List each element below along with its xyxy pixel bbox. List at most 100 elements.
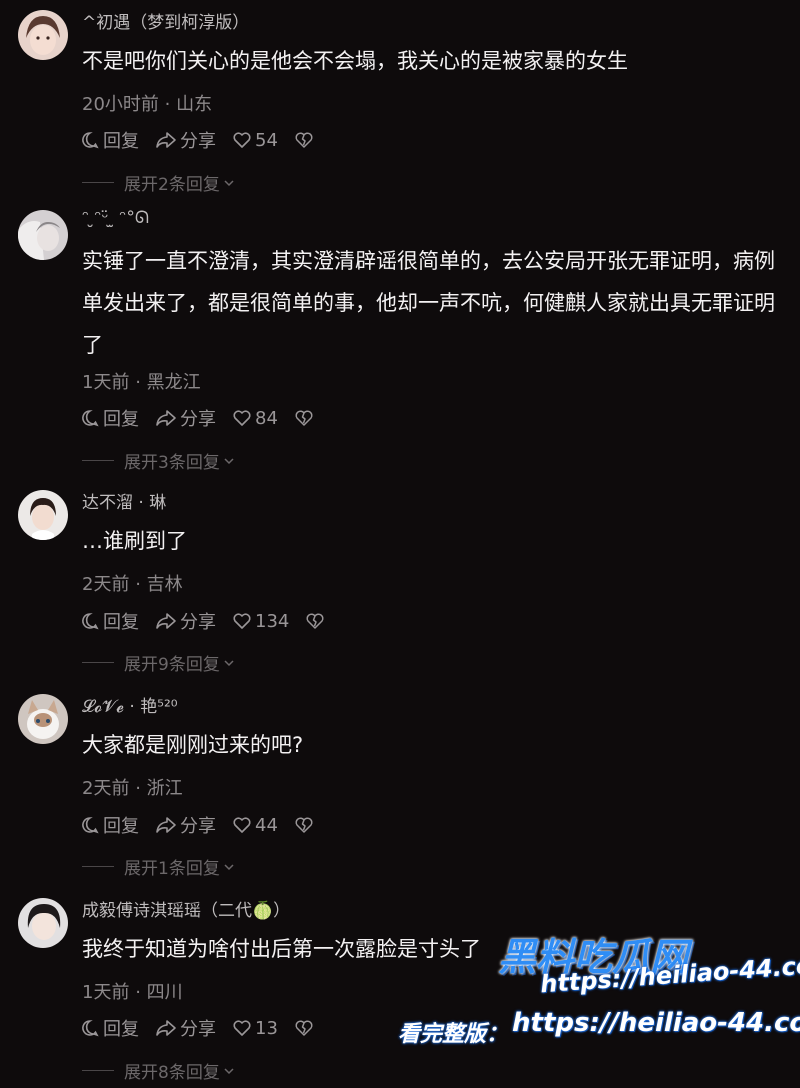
meta-separator: ·	[135, 372, 147, 393]
broken-heart-icon	[295, 1020, 313, 1036]
share-label: 分享	[180, 409, 216, 430]
broken-heart-icon	[295, 817, 313, 833]
comment-location: 黑龙江	[146, 372, 201, 393]
dislike-button[interactable]	[305, 611, 328, 631]
reply-icon	[82, 1020, 99, 1037]
divider	[82, 662, 114, 663]
chevron-down-icon	[224, 457, 234, 464]
reply-button[interactable]: 回复	[80, 608, 139, 634]
chevron-down-icon	[224, 659, 234, 666]
comment-actions: 回复 分享 134	[80, 608, 344, 634]
divider	[82, 866, 114, 867]
comment-location: 山东	[176, 94, 213, 115]
chevron-down-icon	[224, 1067, 234, 1074]
share-label: 分享	[180, 1019, 216, 1040]
comment-time: 1天前	[82, 982, 130, 1003]
dislike-button[interactable]	[294, 408, 317, 428]
like-button[interactable]: 13	[232, 1018, 278, 1039]
chevron-down-icon	[224, 863, 234, 870]
comment-text: 不是吧你们关心的是他会不会塌，我关心的是被家暴的女生	[82, 49, 628, 73]
reply-button[interactable]: 回复	[80, 405, 139, 431]
username[interactable]: ᵔ ̮ᵔᵕ̈ ̫ ᵔ°ᘏ	[82, 208, 149, 228]
divider	[82, 460, 114, 461]
comment-text: 大家都是刚刚过来的吧?	[82, 733, 304, 757]
dislike-button[interactable]	[294, 130, 317, 150]
share-button[interactable]: 分享	[155, 127, 216, 153]
share-icon	[156, 1020, 176, 1036]
expand-label: 展开2条回复	[124, 175, 220, 195]
expand-replies[interactable]: 展开9条回复	[82, 650, 235, 675]
comment-location: 浙江	[146, 778, 183, 799]
reply-button[interactable]: 回复	[80, 1015, 139, 1041]
broken-heart-icon	[295, 410, 313, 426]
share-button[interactable]: 分享	[155, 608, 216, 634]
dislike-button[interactable]	[294, 815, 317, 835]
comment-meta: 1天前 · 黑龙江	[82, 368, 201, 394]
share-button[interactable]: 分享	[155, 405, 216, 431]
share-label: 分享	[180, 131, 216, 152]
share-label: 分享	[180, 816, 216, 837]
share-icon	[156, 613, 176, 629]
reply-icon	[82, 132, 99, 149]
like-count: 134	[255, 610, 290, 632]
avatar[interactable]	[18, 10, 68, 60]
comment-time: 20小时前	[82, 94, 159, 115]
avatar[interactable]	[18, 694, 68, 744]
expand-replies[interactable]: 展开1条回复	[82, 854, 235, 879]
comment-actions: 回复 分享 13	[80, 1015, 333, 1041]
avatar[interactable]	[18, 490, 68, 540]
reply-label: 回复	[103, 409, 139, 430]
meta-separator: ·	[135, 574, 147, 595]
dislike-button[interactable]	[294, 1018, 317, 1038]
reply-icon	[82, 410, 99, 427]
like-button[interactable]: 134	[232, 611, 289, 632]
reply-icon	[82, 613, 99, 630]
comment-location: 四川	[146, 982, 183, 1003]
like-button[interactable]: 54	[232, 130, 278, 151]
broken-heart-icon	[306, 613, 324, 629]
reply-button[interactable]: 回复	[80, 812, 139, 838]
share-label: 分享	[180, 612, 216, 633]
heart-icon	[233, 817, 251, 833]
comment-time: 2天前	[82, 574, 130, 595]
meta-separator: ·	[135, 982, 147, 1003]
avatar[interactable]	[18, 210, 68, 260]
share-icon	[156, 410, 176, 426]
comment-actions: 回复 分享 54	[80, 127, 333, 153]
comment-location: 吉林	[146, 574, 183, 595]
heart-icon	[233, 410, 251, 426]
username[interactable]: 达不溜 · 琳	[82, 488, 166, 513]
like-count: 54	[255, 129, 278, 151]
like-count: 44	[255, 814, 278, 836]
reply-icon	[82, 817, 99, 834]
comment-meta: 2天前 · 吉林	[82, 570, 183, 596]
expand-replies[interactable]: 展开2条回复	[82, 170, 235, 195]
share-icon	[156, 132, 176, 148]
expand-replies[interactable]: 展开8条回复	[82, 1058, 235, 1083]
share-button[interactable]: 分享	[155, 1015, 216, 1041]
share-button[interactable]: 分享	[155, 812, 216, 838]
reply-label: 回复	[103, 612, 139, 633]
comment-meta: 1天前 · 四川	[82, 978, 183, 1004]
chevron-down-icon	[224, 179, 234, 186]
avatar[interactable]	[18, 898, 68, 948]
username[interactable]: ^初遇（梦到柯淳版）	[82, 8, 249, 33]
expand-label: 展开1条回复	[124, 859, 220, 879]
meta-separator: ·	[164, 94, 177, 115]
username[interactable]: 成毅傅诗淇瑶瑶（二代🍈）	[82, 896, 290, 921]
reply-button[interactable]: 回复	[80, 127, 139, 153]
username[interactable]: 𝓛𝓸𝓥𝓮 · 艳⁵²⁰	[82, 692, 178, 717]
like-button[interactable]: 44	[232, 815, 278, 836]
like-count: 84	[255, 407, 278, 429]
expand-replies[interactable]: 展开3条回复	[82, 448, 235, 473]
comment-meta: 20小时前 · 山东	[82, 90, 212, 116]
watermark-full-url: https://heiliao-44.com	[512, 1008, 800, 1038]
divider	[82, 1070, 114, 1071]
like-button[interactable]: 84	[232, 408, 278, 429]
reply-label: 回复	[103, 131, 139, 152]
comment-text: 实锤了一直不澄清，其实澄清辟谣很简单的，去公安局开张无罪证明，病例单发出来了，都…	[82, 249, 775, 357]
heart-icon	[233, 1020, 251, 1036]
comment-text: …谁刷到了	[82, 529, 187, 553]
reply-label: 回复	[103, 1019, 139, 1040]
comment-time: 1天前	[82, 372, 130, 393]
